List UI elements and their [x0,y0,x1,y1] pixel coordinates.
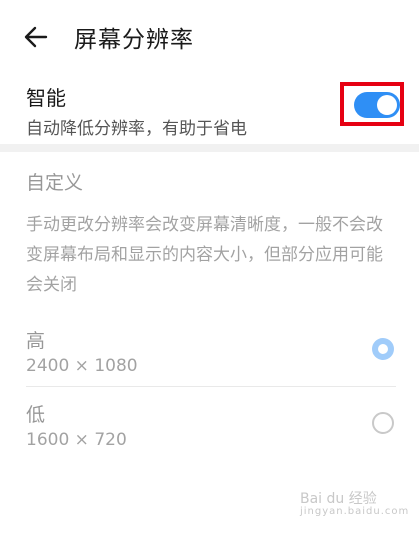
radio-low-unselected[interactable] [372,412,394,434]
radio-high-selected[interactable] [372,338,394,360]
smart-toggle-switch[interactable] [354,92,400,118]
watermark-text: Bai du 经验 [300,491,377,507]
option-low[interactable]: 低 1600 × 720 [0,392,419,460]
section-divider [0,144,419,152]
option-high-value: 2400 × 1080 [26,356,138,376]
option-separator [26,386,396,387]
option-high-label: 高 [26,330,46,352]
option-low-value: 1600 × 720 [26,430,127,450]
custom-description: 手动更改分辨率会改变屏幕清晰度，一般不会改变屏幕布局和显示的内容大小，但部分应用… [26,215,383,295]
page-title: 屏幕分辨率 [74,27,194,53]
custom-section-title: 自定义 [26,172,84,194]
smart-title: 智能 [26,86,66,110]
watermark-sub: jingyan.baidu.com [300,506,410,517]
toggle-knob [377,95,397,115]
back-button[interactable] [22,22,52,52]
screen-resolution-page: 屏幕分辨率 智能 自动降低分辨率，有助于省电 自定义 手动更改分辨率会改变屏幕清… [0,0,419,546]
option-low-label: 低 [26,404,46,426]
baidu-watermark: Bai du 经验 jingyan.baidu.com [300,488,409,517]
header: 屏幕分辨率 [0,0,419,72]
arrow-left-icon [24,26,48,48]
smart-subtitle: 自动降低分辨率，有助于省电 [26,119,247,139]
option-high[interactable]: 高 2400 × 1080 [0,318,419,386]
